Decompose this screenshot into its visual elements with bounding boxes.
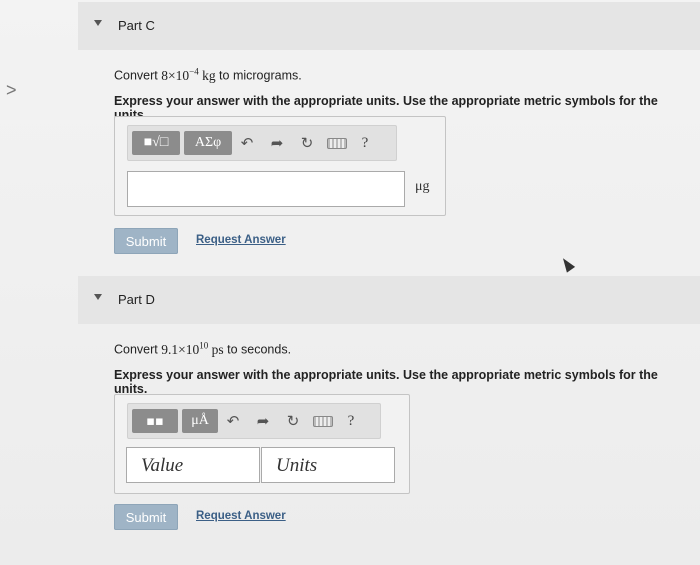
redo-icon[interactable]: ➦: [262, 134, 292, 152]
templates-button[interactable]: ■√□: [132, 131, 180, 155]
part-c-title: Part C: [118, 18, 155, 33]
part-d-title: Part D: [118, 292, 155, 307]
part-c-submit-button[interactable]: Submit: [114, 228, 178, 254]
part-d-instruction: Express your answer with the appropriate…: [114, 367, 658, 396]
part-d-request-answer-link[interactable]: Request Answer: [196, 510, 286, 522]
keyboard-icon[interactable]: [322, 137, 352, 149]
units-placeholder: Units: [276, 455, 318, 476]
greek-symbols-button[interactable]: ΑΣφ: [184, 131, 232, 155]
keyboard-icon[interactable]: [308, 415, 338, 427]
part-c-header[interactable]: Part C: [78, 2, 700, 50]
part-d-submit-button[interactable]: Submit: [114, 504, 178, 530]
part-c-answer-box: ■√□ ΑΣφ ↶ ➦ ↻ ? μg: [114, 116, 446, 216]
part-d-body: Convert 9.1×1010 ps to seconds. Express …: [114, 340, 694, 396]
part-c-question: Convert 8×10−4 kg to micrograms.: [114, 66, 302, 83]
cursor-icon: [558, 255, 576, 273]
value-input[interactable]: Value: [126, 447, 260, 483]
part-d-toolbar: ▪▪ μÅ ↶ ➦ ↻ ?: [127, 403, 381, 439]
part-c-toolbar: ■√□ ΑΣφ ↶ ➦ ↻ ?: [127, 125, 397, 161]
units-button[interactable]: μÅ: [182, 409, 218, 433]
help-button[interactable]: ?: [338, 413, 364, 430]
reset-icon[interactable]: ↻: [292, 134, 322, 152]
caret-down-icon[interactable]: [94, 294, 102, 300]
chevron-right-icon[interactable]: >: [6, 80, 17, 101]
part-d-question: Convert 9.1×1010 ps to seconds.: [114, 340, 292, 357]
units-input[interactable]: Units: [261, 447, 395, 483]
value-placeholder: Value: [141, 455, 184, 476]
redo-icon[interactable]: ➦: [248, 412, 278, 430]
caret-down-icon[interactable]: [94, 20, 102, 26]
reset-icon[interactable]: ↻: [278, 412, 308, 430]
part-c-unit-label: μg: [415, 179, 430, 194]
help-button[interactable]: ?: [352, 135, 378, 152]
undo-icon[interactable]: ↶: [218, 412, 248, 430]
part-c-answer-input[interactable]: [127, 171, 405, 207]
part-c-request-answer-link[interactable]: Request Answer: [196, 234, 286, 246]
page: > Part C Convert 8×10−4 kg to micrograms…: [0, 0, 700, 565]
part-d-answer-box: ▪▪ μÅ ↶ ➦ ↻ ? Value Units: [114, 394, 410, 494]
undo-icon[interactable]: ↶: [232, 134, 262, 152]
part-d-header[interactable]: Part D: [78, 276, 700, 324]
part-c-body: Convert 8×10−4 kg to micrograms. Express…: [114, 66, 694, 122]
templates-button[interactable]: ▪▪: [132, 409, 178, 433]
